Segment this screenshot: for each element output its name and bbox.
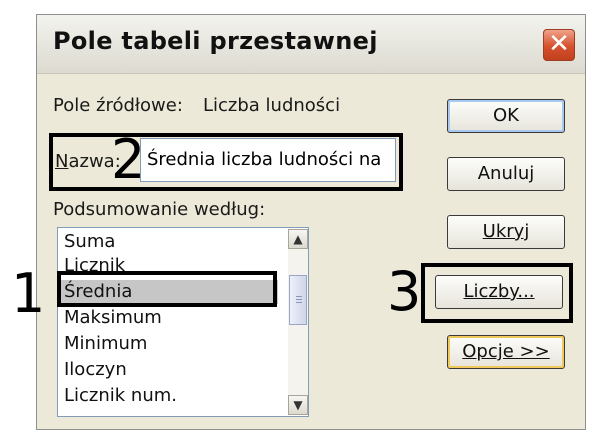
number-format-button[interactable]: Liczby... — [435, 275, 563, 309]
title-bar: Pole tabeli przestawnej ✕ — [37, 15, 585, 74]
close-icon: ✕ — [548, 29, 570, 59]
thumb-grip — [296, 299, 302, 300]
summary-listbox[interactable]: Suma Licznik Średnia Maksimum Minimum Il… — [57, 227, 309, 417]
scroll-up-arrow-icon[interactable]: ▲ — [288, 229, 308, 249]
summary-label: Podsumowanie według: — [53, 199, 266, 220]
list-item[interactable]: Licznik num. — [64, 384, 177, 408]
list-item[interactable]: Minimum — [64, 332, 147, 356]
source-field-value: Liczba ludności — [203, 95, 341, 116]
scroll-down-arrow-icon[interactable]: ▼ — [288, 395, 308, 415]
dialog-title: Pole tabeli przestawnej — [53, 27, 378, 55]
options-label: Opcje >> — [462, 341, 550, 362]
highlight-box-1 — [57, 271, 277, 307]
list-item[interactable]: Maksimum — [64, 306, 162, 330]
annotation-number-3: 3 — [387, 260, 422, 323]
hide-button[interactable]: Ukryj — [447, 215, 565, 249]
listbox-scrollbar[interactable]: ▲ ▼ — [288, 229, 308, 415]
cancel-label: Anuluj — [477, 163, 535, 184]
list-item[interactable]: Suma — [64, 230, 115, 254]
thumb-grip — [296, 302, 302, 303]
close-button[interactable]: ✕ — [543, 29, 575, 61]
options-button[interactable]: Opcje >> — [447, 335, 565, 369]
annotation-number-1: 1 — [11, 262, 46, 325]
annotation-number-2: 2 — [111, 128, 146, 191]
ok-button[interactable]: OK — [447, 99, 565, 133]
source-field-label: Pole źródłowe: — [53, 95, 183, 116]
number-format-label: Liczby... — [463, 281, 535, 302]
name-input[interactable]: Średnia liczba ludności na — [140, 138, 396, 182]
scrollbar-thumb[interactable] — [289, 275, 307, 325]
pivot-field-dialog: Pole tabeli przestawnej ✕ Pole źródłowe:… — [11, 14, 586, 430]
cancel-button[interactable]: Anuluj — [447, 157, 565, 191]
thumb-grip — [296, 296, 302, 297]
hide-label: Ukryj — [482, 221, 530, 242]
name-label-accesskey: N — [55, 151, 69, 172]
list-item[interactable]: Iloczyn — [64, 358, 127, 382]
